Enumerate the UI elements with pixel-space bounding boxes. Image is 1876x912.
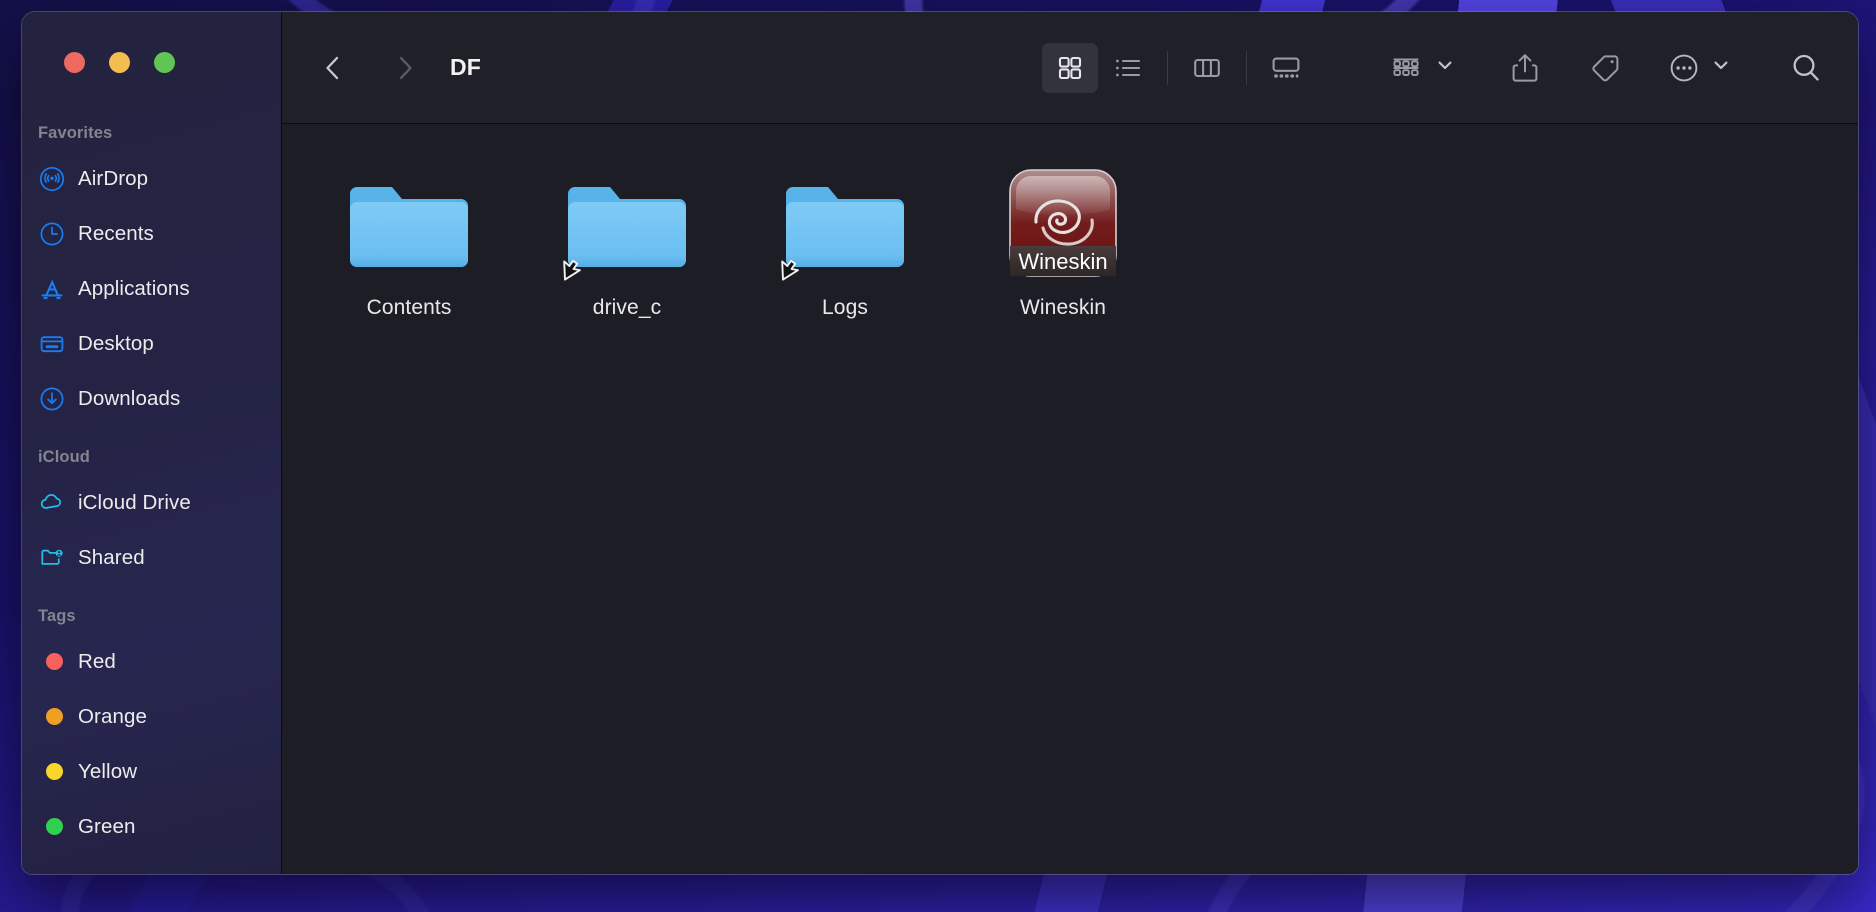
toolbar-divider: [1246, 50, 1247, 85]
sidebar-section-favorites: Favorites AirDrop Recents Applications D…: [22, 124, 281, 426]
sidebar-item-desktop[interactable]: Desktop: [22, 316, 281, 371]
airdrop-icon: [39, 166, 65, 192]
sidebar-item-tag-green[interactable]: Green: [22, 799, 281, 854]
sidebar-item-label: Shared: [78, 545, 145, 569]
file-label: Wineskin: [1020, 296, 1106, 319]
sidebar-item-label: Desktop: [78, 331, 154, 355]
file-grid-area[interactable]: Contents drive_c Logs Wineskin Wineskin: [282, 124, 1858, 874]
close-button[interactable]: [64, 52, 85, 73]
file-label: Contents: [366, 296, 452, 319]
sidebar-item-label: Recents: [78, 221, 154, 245]
more-actions-button[interactable]: [1660, 45, 1708, 91]
sidebar-item-label: AirDrop: [78, 166, 149, 190]
main-area: DF Contents drive_c Logs Wineskin Winesk…: [282, 12, 1858, 874]
applications-icon: [39, 276, 65, 302]
chevron-down-icon[interactable]: [1710, 54, 1732, 81]
sidebar-item-label: Applications: [78, 276, 190, 300]
tag-dot-icon: [39, 759, 65, 785]
sidebar-item-shared[interactable]: Shared: [22, 530, 281, 585]
sidebar-item-recents[interactable]: Recents: [22, 206, 281, 261]
minimize-button[interactable]: [109, 52, 130, 73]
sidebar-heading-favorites: Favorites: [38, 124, 113, 142]
sidebar-item-label: Downloads: [78, 386, 181, 410]
toolbar: DF: [282, 12, 1858, 124]
sidebar-item-label: Green: [78, 814, 136, 838]
alias-badge-icon: [781, 259, 799, 281]
view-mode-group: [1042, 42, 1314, 93]
sidebar-item-label: Red: [78, 649, 116, 673]
sidebar-item-tag-orange[interactable]: Orange: [22, 689, 281, 744]
icon-view-button[interactable]: [1042, 42, 1098, 93]
wineskin-app-icon: Wineskin: [995, 164, 1131, 282]
shared-folder-icon: [39, 545, 65, 571]
sidebar-item-label: iCloud Drive: [78, 490, 191, 514]
file-grid: Contents drive_c Logs Wineskin Wineskin: [282, 150, 1858, 320]
sidebar-item-icloud-drive[interactable]: iCloud Drive: [22, 475, 281, 530]
list-view-button[interactable]: [1100, 43, 1156, 93]
file-item[interactable]: Wineskin Wineskin: [954, 150, 1172, 320]
gallery-view-button[interactable]: [1258, 43, 1314, 93]
desktop-icon: [39, 331, 65, 357]
page-title: DF: [450, 54, 482, 80]
file-item[interactable]: Contents: [300, 150, 518, 320]
sidebar-item-downloads[interactable]: Downloads: [22, 371, 281, 426]
tag-dot-icon: [39, 704, 65, 730]
tag-dot-icon: [39, 814, 65, 840]
download-icon: [39, 386, 65, 412]
search-button[interactable]: [1780, 45, 1832, 91]
folder-icon: [777, 164, 913, 282]
sidebar-item-tag-red[interactable]: Red: [22, 634, 281, 689]
back-button[interactable]: [310, 45, 356, 91]
sidebar-item-airdrop[interactable]: AirDrop: [22, 151, 281, 206]
sidebar-item-label: Orange: [78, 704, 147, 728]
clock-icon: [39, 221, 65, 247]
file-label: drive_c: [592, 296, 662, 319]
folder-icon: [341, 164, 477, 282]
zoom-button[interactable]: [154, 52, 175, 73]
more-actions-control[interactable]: [1660, 45, 1732, 91]
group-by-button[interactable]: [1380, 45, 1432, 91]
sidebar-section-icloud: iCloud iCloud Drive Shared: [22, 448, 281, 585]
sidebar-heading-tags: Tags: [38, 607, 76, 625]
folder-icon: [559, 164, 695, 282]
file-label: Logs: [822, 296, 868, 319]
forward-button[interactable]: [382, 45, 428, 91]
tags-button[interactable]: [1580, 45, 1630, 91]
sidebar-section-tags: Tags Red Orange Yellow Green: [22, 607, 281, 854]
file-item[interactable]: Logs: [736, 150, 954, 320]
wineskin-icon-label: Wineskin: [1018, 249, 1107, 274]
sidebar-item-label: Yellow: [78, 759, 138, 783]
tag-dot-icon: [39, 649, 65, 675]
sidebar-item-applications[interactable]: Applications: [22, 261, 281, 316]
cloud-icon: [39, 490, 65, 516]
finder-window: Favorites AirDrop Recents Applications D…: [22, 12, 1858, 874]
sidebar-heading-icloud: iCloud: [38, 448, 90, 466]
chevron-down-icon[interactable]: [1434, 54, 1456, 81]
column-view-button[interactable]: [1179, 43, 1235, 93]
share-button[interactable]: [1500, 45, 1550, 91]
sidebar-item-tag-yellow[interactable]: Yellow: [22, 744, 281, 799]
group-by-control[interactable]: [1380, 45, 1456, 91]
file-item[interactable]: drive_c: [518, 150, 736, 320]
alias-badge-icon: [563, 259, 581, 281]
sidebar: Favorites AirDrop Recents Applications D…: [22, 12, 282, 874]
toolbar-divider: [1167, 50, 1168, 85]
traffic-lights: [64, 52, 175, 73]
